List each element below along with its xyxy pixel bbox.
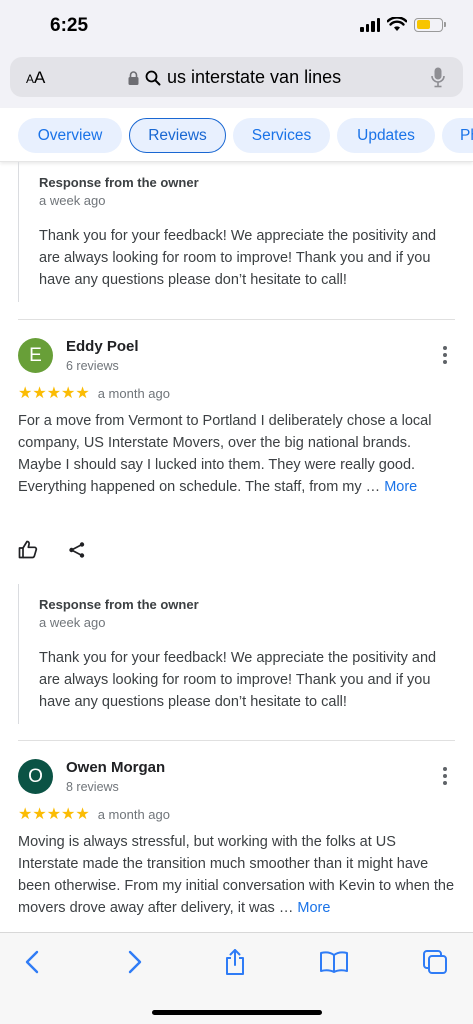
avatar[interactable]: E	[18, 338, 53, 373]
share-icon[interactable]	[68, 541, 86, 559]
owner-response-text: Thank you for your feedback! We apprecia…	[39, 650, 437, 710]
section-tabs: Overview Reviews Services Updates Ph	[0, 108, 473, 162]
back-button[interactable]	[17, 947, 47, 977]
status-bar: 6:25	[0, 0, 473, 54]
wifi-icon	[387, 17, 407, 31]
microphone-icon[interactable]	[431, 67, 445, 88]
reader-text-size-button[interactable]: AA	[26, 68, 45, 88]
browser-toolbar	[0, 932, 473, 1024]
owner-response-time: a week ago	[39, 193, 106, 208]
owner-response-time: a week ago	[39, 615, 106, 630]
owner-response: Response from the owner a week ago Thank…	[18, 162, 458, 302]
review-date: a month ago	[97, 385, 170, 401]
star-rating: ★★★★★	[18, 806, 90, 823]
tab-services[interactable]: Services	[233, 118, 330, 153]
star-rating: ★★★★★	[18, 385, 90, 402]
reviewer-name[interactable]: Owen Morgan	[66, 759, 165, 776]
tab-reviews[interactable]: Reviews	[129, 118, 226, 153]
more-link[interactable]: More	[297, 900, 330, 916]
forward-icon[interactable]	[128, 950, 142, 974]
bookmarks-button[interactable]	[319, 947, 349, 977]
forward-button[interactable]	[120, 947, 150, 977]
tabs-button[interactable]	[420, 947, 450, 977]
rating-row: ★★★★★ a month ago	[18, 804, 170, 824]
divider	[18, 319, 455, 320]
status-time: 6:25	[50, 15, 89, 36]
avatar[interactable]: O	[18, 759, 53, 794]
review-text: For a move from Vermont to Portland I de…	[18, 413, 432, 495]
reviewer-name[interactable]: Eddy Poel	[66, 338, 139, 355]
browser-address-area: AA us interstate van lines	[0, 54, 473, 108]
bookmarks-icon[interactable]	[319, 950, 349, 974]
reviewer-review-count: 6 reviews	[66, 359, 119, 373]
lock-icon	[128, 70, 139, 85]
tab-phone[interactable]: Ph	[442, 118, 473, 153]
owner-response-text: Thank you for your feedback! We apprecia…	[39, 228, 437, 288]
home-indicator	[152, 1010, 322, 1015]
url-text[interactable]: us interstate van lines	[167, 67, 341, 88]
reviewer-review-count: 8 reviews	[66, 780, 119, 794]
tabs-icon[interactable]	[422, 949, 448, 975]
more-options-icon[interactable]	[442, 346, 448, 364]
cellular-signal-icon	[360, 17, 380, 32]
divider	[18, 740, 455, 741]
rating-row: ★★★★★ a month ago	[18, 383, 170, 403]
tab-overview[interactable]: Overview	[18, 118, 122, 153]
share-icon[interactable]	[223, 948, 247, 976]
owner-response-title: Response from the owner	[39, 597, 199, 612]
tab-updates[interactable]: Updates	[337, 118, 435, 153]
share-button[interactable]	[220, 947, 250, 977]
address-bar[interactable]: AA us interstate van lines	[10, 57, 463, 97]
thumbs-up-icon[interactable]	[18, 540, 38, 559]
search-icon	[145, 70, 161, 85]
review-date: a month ago	[97, 806, 170, 822]
status-icons	[360, 17, 446, 32]
more-options-icon[interactable]	[442, 767, 448, 785]
owner-response: Response from the owner a week ago Thank…	[18, 584, 458, 724]
more-link[interactable]: More	[384, 479, 417, 495]
review-item: O Owen Morgan 8 reviews ★★★★★ a month ag…	[18, 759, 455, 932]
review-actions	[18, 540, 86, 559]
review-text: Moving is always stressful, but working …	[18, 834, 455, 916]
review-item: E Eddy Poel 6 reviews ★★★★★ a month ago …	[18, 338, 455, 578]
reviews-list[interactable]: Response from the owner a week ago Thank…	[0, 162, 473, 932]
back-icon[interactable]	[25, 950, 39, 974]
battery-icon	[414, 17, 446, 32]
owner-response-title: Response from the owner	[39, 175, 199, 190]
